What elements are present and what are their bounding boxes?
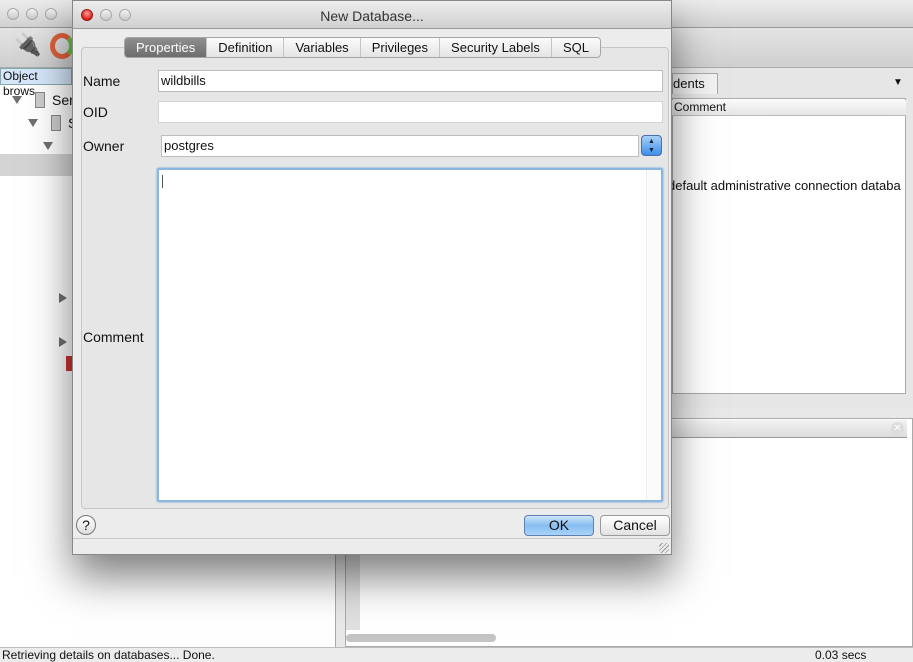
- owner-stepper-icon[interactable]: ▲ ▼: [641, 135, 662, 156]
- object-browser-tab[interactable]: Object brows: [0, 68, 72, 98]
- name-label: Name: [83, 73, 121, 89]
- dialog-title: New Database...: [320, 8, 424, 24]
- tree-item-servers[interactable]: Ser: [52, 92, 74, 108]
- owner-select[interactable]: postgres: [161, 135, 639, 157]
- expand-arrow-icon[interactable]: [28, 119, 38, 127]
- tab-menu-icon[interactable]: ▼: [893, 77, 903, 88]
- close-pane-icon[interactable]: ✕: [891, 422, 904, 435]
- status-text: Retrieving details on databases... Done.: [2, 648, 215, 662]
- tab-privileges[interactable]: Privileges: [361, 38, 441, 57]
- server-icon: [51, 115, 61, 131]
- properties-list: [672, 98, 906, 394]
- cancel-button[interactable]: Cancel: [600, 515, 670, 536]
- tab-dependents[interactable]: dents: [672, 73, 718, 94]
- tab-security-labels[interactable]: Security Labels: [440, 38, 552, 57]
- oid-label: OID: [83, 104, 108, 120]
- expand-arrow-icon[interactable]: [12, 96, 22, 104]
- status-time: 0.03 secs: [815, 648, 867, 662]
- tab-definition[interactable]: Definition: [207, 38, 285, 57]
- comment-label: Comment: [83, 329, 144, 345]
- tab-variables[interactable]: Variables: [284, 38, 361, 57]
- expand-arrow-icon[interactable]: [43, 142, 53, 150]
- tab-properties[interactable]: Properties: [125, 38, 208, 57]
- refresh-icon[interactable]: [50, 33, 74, 59]
- connect-plug-icon[interactable]: 🔌: [14, 32, 41, 62]
- ok-button[interactable]: OK: [524, 515, 594, 536]
- text-cursor: [162, 175, 163, 188]
- owner-label: Owner: [83, 138, 125, 154]
- server-icon: [35, 92, 45, 108]
- resize-grip-icon[interactable]: [659, 543, 669, 553]
- oid-input[interactable]: [158, 101, 663, 123]
- dialog-footer-divider: [73, 538, 671, 539]
- window-close-button[interactable]: [7, 8, 19, 20]
- name-input[interactable]: wildbills: [158, 70, 663, 92]
- dialog-tabs: Properties Definition Variables Privileg…: [124, 37, 601, 58]
- window-zoom-button[interactable]: [45, 8, 57, 20]
- new-database-dialog: New Database... Properties Definition Va…: [72, 0, 672, 555]
- collapsed-arrow-icon[interactable]: [59, 337, 67, 347]
- textarea-scroll-gutter[interactable]: [646, 170, 661, 500]
- comment-textarea[interactable]: [157, 168, 663, 502]
- horizontal-scrollbar[interactable]: [346, 634, 496, 642]
- column-header-comment[interactable]: Comment: [672, 100, 906, 116]
- help-button[interactable]: ?: [76, 515, 96, 535]
- tab-sql[interactable]: SQL: [552, 38, 600, 57]
- window-minimize-button[interactable]: [26, 8, 38, 20]
- comment-cell: default administrative connection databa: [672, 178, 901, 193]
- collapsed-arrow-icon[interactable]: [59, 293, 67, 303]
